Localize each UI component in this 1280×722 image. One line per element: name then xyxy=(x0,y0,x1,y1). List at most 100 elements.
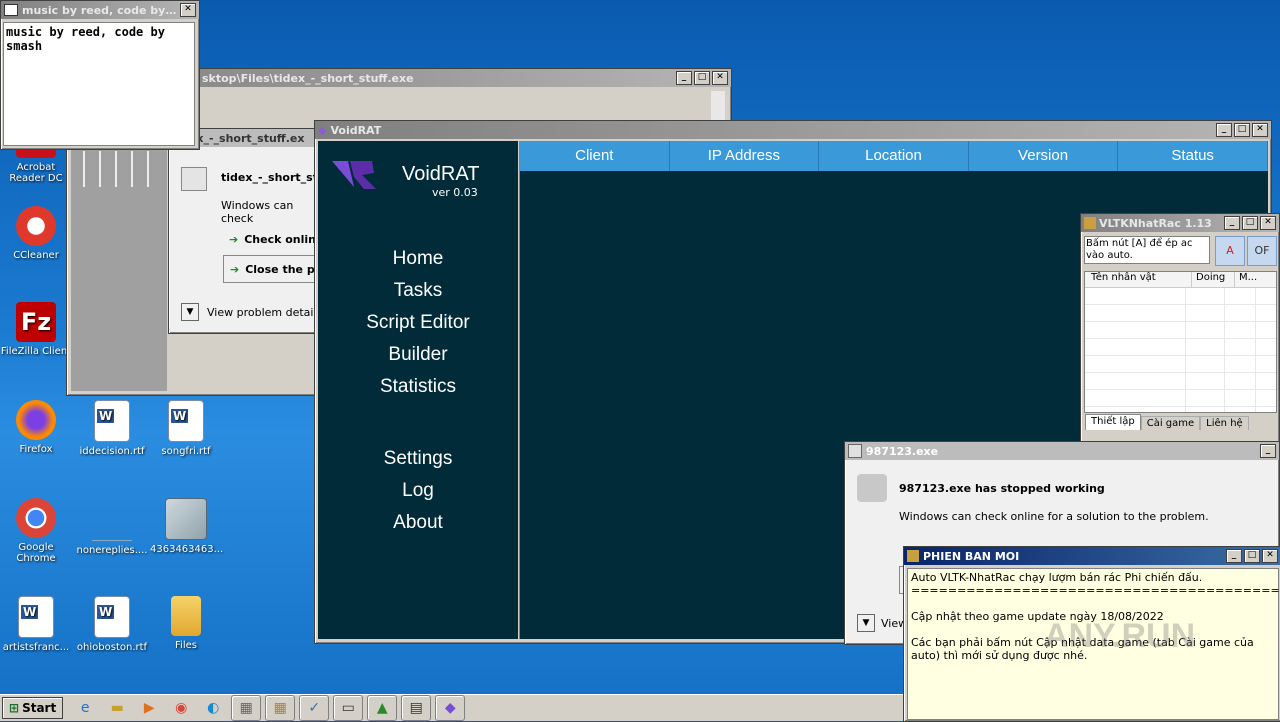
vltk-titlebar: VLTKNhatRac 1.13 _ □ ✕ xyxy=(1081,214,1279,232)
crash-titlebar: 987123.exe _ xyxy=(845,442,1279,460)
desktop-icon-songfri[interactable]: songfri.rtf xyxy=(150,400,222,457)
voidrat-logo xyxy=(328,153,380,195)
desktop-icon-chrome[interactable]: Google Chrome xyxy=(0,498,72,564)
tab-contact[interactable]: Liên hệ xyxy=(1200,416,1249,430)
nav-home[interactable]: Home xyxy=(318,243,518,275)
column-status[interactable]: Status xyxy=(1118,141,1268,171)
explorer-icon[interactable]: ▬ xyxy=(103,696,131,720)
character-list[interactable]: Tên nhân vật Doing M... xyxy=(1084,271,1277,413)
voidrat-titlebar: ◆ VoidRAT _ □ ✕ xyxy=(315,121,1271,139)
watermark: ANY.RUN xyxy=(1044,617,1196,655)
column-version[interactable]: Version xyxy=(968,141,1119,171)
blank-file-icon xyxy=(92,498,132,541)
desktop-icon-installer[interactable]: 4363463463... xyxy=(150,498,223,555)
crash-heading: 987123.exe has stopped working xyxy=(899,482,1105,495)
tidex-message: Windows can check xyxy=(221,199,294,225)
folder-icon xyxy=(171,596,201,636)
nav-tasks[interactable]: Tasks xyxy=(318,275,518,307)
minimize-button[interactable]: _ xyxy=(1226,549,1242,563)
taskbar-calculator-icon[interactable]: ▤ xyxy=(401,695,432,721)
nav-settings[interactable]: Settings xyxy=(318,443,518,475)
desktop-icon-firefox[interactable]: Firefox xyxy=(0,400,72,455)
minimize-button[interactable]: _ xyxy=(1260,444,1276,458)
chevron-down-icon: ▼ xyxy=(857,614,875,632)
view-details-toggle[interactable]: ▼ View problem details xyxy=(181,303,322,321)
minimize-button[interactable]: _ xyxy=(1216,123,1232,137)
voidrat-sidebar: VoidRAT ver 0.03 Home Tasks Script Edito… xyxy=(318,141,518,639)
phien-ban-window: PHIEN BAN MOI _ □ ✕ Auto VLTK-NhatRac ch… xyxy=(903,546,1280,722)
tab-setup[interactable]: Thiết lập xyxy=(1085,414,1141,430)
word-document-icon xyxy=(168,400,204,442)
music-window: music by reed, code by sm... ✕ music by … xyxy=(0,0,200,150)
media-player-icon[interactable]: ▶ xyxy=(135,696,163,720)
phien-ban-titlebar: PHIEN BAN MOI _ □ ✕ xyxy=(904,547,1280,565)
close-button[interactable]: ✕ xyxy=(1252,123,1268,137)
column-m[interactable]: M... xyxy=(1235,272,1276,287)
desktop-icon-files[interactable]: Files xyxy=(150,596,222,651)
taskbar-app-icon[interactable]: ▦ xyxy=(231,695,262,721)
ie-icon[interactable]: e xyxy=(71,696,99,720)
nav-log[interactable]: Log xyxy=(318,475,518,507)
column-location[interactable]: Location xyxy=(819,141,969,171)
taskbar-app-icon[interactable]: ▲ xyxy=(367,695,398,721)
close-button[interactable]: ✕ xyxy=(180,3,196,17)
column-character-name[interactable]: Tên nhân vật xyxy=(1085,272,1192,287)
view-details-toggle[interactable]: ▼ View xyxy=(857,614,907,632)
word-document-icon xyxy=(18,596,54,638)
off-button[interactable]: OF xyxy=(1247,236,1277,266)
chrome-icon[interactable]: ◉ xyxy=(167,696,195,720)
nav-secondary: Settings Log About xyxy=(318,443,518,539)
column-ip-address[interactable]: IP Address xyxy=(669,141,820,171)
column-doing[interactable]: Doing xyxy=(1192,272,1235,287)
maximize-button[interactable]: □ xyxy=(1234,123,1250,137)
chevron-down-icon: ▼ xyxy=(181,303,199,321)
taskbar-window-icon[interactable]: ▭ xyxy=(333,695,364,721)
close-button[interactable]: ✕ xyxy=(1262,549,1278,563)
nav-script-editor[interactable]: Script Editor xyxy=(318,307,518,339)
taskbar-vltk-icon[interactable]: ▦ xyxy=(265,695,296,721)
taskbar-app-icon[interactable]: ✓ xyxy=(299,695,330,721)
nav-statistics[interactable]: Statistics xyxy=(318,371,518,403)
desktop-icon-artistsfranc[interactable]: artistsfranc... xyxy=(0,596,72,653)
maximize-button[interactable]: □ xyxy=(1244,549,1260,563)
vltk-app-icon xyxy=(1084,217,1096,229)
close-button[interactable]: ✕ xyxy=(712,71,728,85)
minimize-button[interactable]: _ xyxy=(1224,216,1240,230)
check-online-button[interactable]: ➔ Check onlin xyxy=(229,233,316,246)
tab-install-game[interactable]: Cài game xyxy=(1140,416,1201,430)
auto-a-button[interactable]: A xyxy=(1215,236,1245,266)
column-client[interactable]: Client xyxy=(520,141,670,171)
minimize-button[interactable]: _ xyxy=(676,71,692,85)
app-name: VoidRAT xyxy=(402,163,480,185)
close-button[interactable]: ✕ xyxy=(1260,216,1276,230)
vltk-app-icon xyxy=(907,550,919,562)
edge-icon[interactable]: ◐ xyxy=(199,696,227,720)
firefox-icon xyxy=(16,400,56,440)
notes-line-1: Auto VLTK-NhatRac chạy lượm bán rác Phi … xyxy=(911,571,1203,584)
taskbar: ⊞ Start e ▬ ▶ ◉ ◐ ▦ ▦ ✓ ▭ ▲ ▤ ◆ xyxy=(0,694,903,721)
desktop-icon-iddecision[interactable]: iddecision.rtf xyxy=(76,400,148,457)
taskbar-voidrat-icon[interactable]: ◆ xyxy=(435,695,466,721)
app-icon xyxy=(4,4,18,16)
app-icon xyxy=(181,167,207,191)
word-document-icon xyxy=(94,596,130,638)
app-icon-large xyxy=(857,474,887,502)
crash-message: Windows can check online for a solution … xyxy=(899,510,1209,523)
maximize-button[interactable]: □ xyxy=(1242,216,1258,230)
word-document-icon xyxy=(94,400,130,442)
vltk-window: VLTKNhatRac 1.13 _ □ ✕ Bấm nút [A] để ép… xyxy=(1080,213,1280,445)
arrow-right-icon: ➔ xyxy=(229,233,239,246)
notes-divider: ========================================… xyxy=(911,584,1280,597)
nav-about[interactable]: About xyxy=(318,507,518,539)
tidex-dialog: tidex_-_short_stuff.ex tidex_-_short_st … xyxy=(168,128,341,334)
arrow-right-icon: ➔ xyxy=(230,262,240,276)
nav-builder[interactable]: Builder xyxy=(318,339,518,371)
start-button[interactable]: ⊞ Start xyxy=(2,697,64,719)
app-version: ver 0.03 xyxy=(432,186,478,199)
tidex-heading: tidex_-_short_st xyxy=(221,171,318,184)
maximize-button[interactable]: □ xyxy=(694,71,710,85)
desktop-icon-ccleaner[interactable]: CCleaner xyxy=(0,206,72,261)
desktop-icon-filezilla[interactable]: Fz FileZilla Client xyxy=(0,302,72,357)
desktop-icon-ohioboston[interactable]: ohioboston.rtf xyxy=(76,596,148,653)
desktop-icon-nonereplies[interactable]: nonereplies.... xyxy=(76,498,148,556)
